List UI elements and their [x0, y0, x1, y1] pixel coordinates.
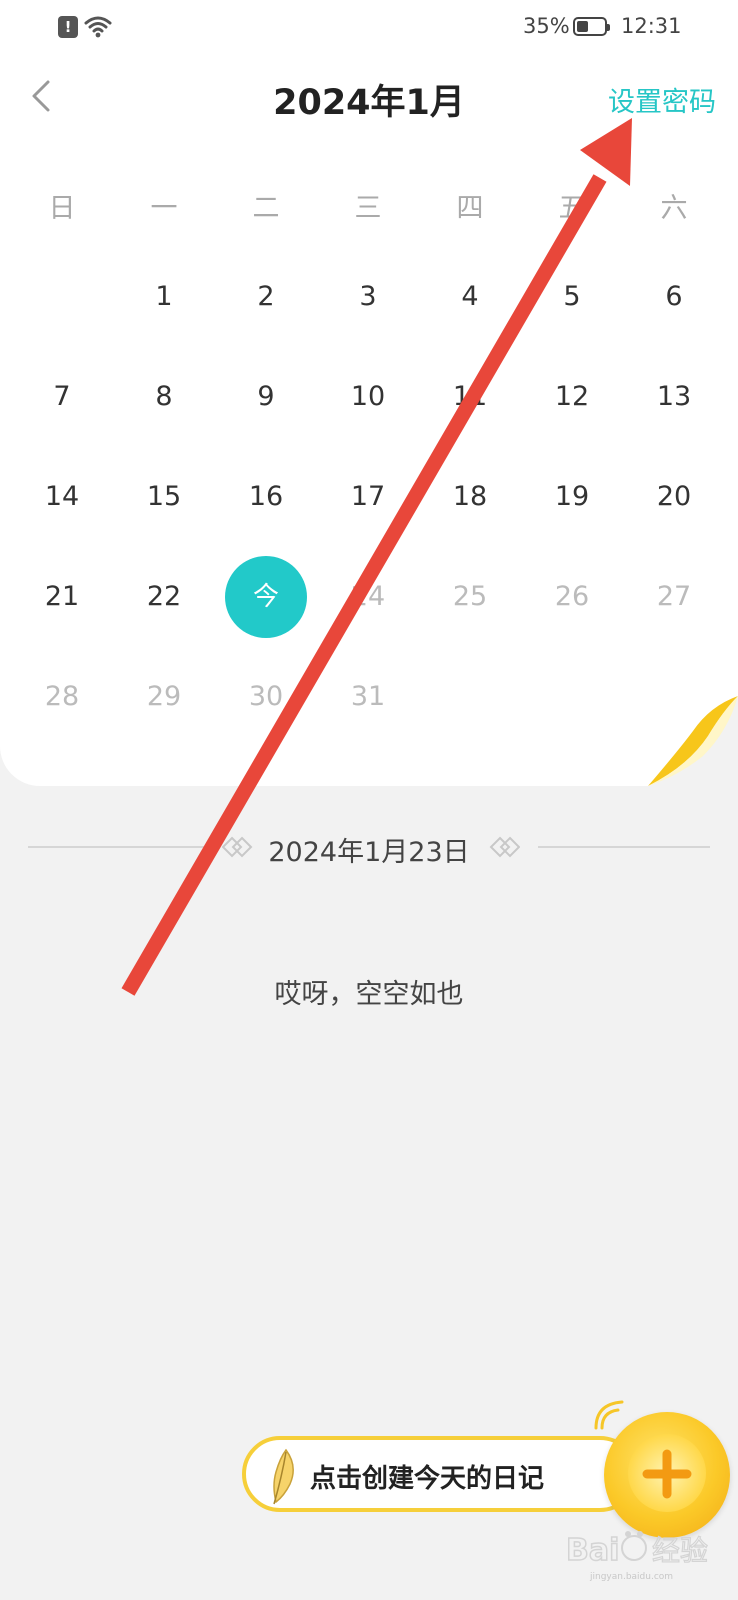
calendar-day[interactable]: 26	[521, 546, 623, 648]
calendar-day[interactable]: 25	[419, 546, 521, 648]
calendar-day[interactable]: 13	[623, 346, 725, 448]
calendar-card: ! 35% 12:31 2024年1月 设置密码 日一二三四五六 1234567…	[0, 0, 738, 786]
calendar-day[interactable]: 16	[215, 446, 317, 548]
calendar-day-today[interactable]: 今	[215, 546, 317, 648]
calendar-day[interactable]: 10	[317, 346, 419, 448]
status-bar: ! 35% 12:31	[0, 0, 738, 56]
feather-icon	[273, 1448, 294, 1505]
battery-percent: 35%	[523, 14, 570, 38]
create-diary-label: 点击创建今天的日记	[310, 1464, 545, 1494]
weekday-row: 日一二三四五六	[11, 186, 727, 226]
calendar-day[interactable]: 19	[521, 446, 623, 548]
create-diary-button[interactable]: 点击创建今天的日记	[242, 1436, 638, 1512]
calendar-day[interactable]: 4	[419, 246, 521, 348]
calendar-day[interactable]: 22	[113, 546, 215, 648]
calendar-day[interactable]: 30	[215, 646, 317, 748]
calendar-day[interactable]: 27	[623, 546, 725, 648]
battery-icon	[573, 17, 610, 36]
plus-icon	[642, 1449, 692, 1499]
calendar-day[interactable]: 3	[317, 246, 419, 348]
weekday-label: 六	[660, 193, 688, 224]
empty-message: 哎呀，空空如也	[274, 979, 464, 1010]
calendar-day[interactable]: 9	[215, 346, 317, 448]
calendar-day[interactable]: 8	[113, 346, 215, 448]
calendar-day[interactable]: 5	[521, 246, 623, 348]
date-divider: 2024年1月23日	[0, 818, 738, 878]
calendar-day[interactable]: 7	[11, 346, 113, 448]
today-marker: 今	[225, 556, 307, 638]
status-time: 12:31	[621, 14, 682, 38]
calendar-day[interactable]: 2	[215, 246, 317, 348]
divider-line-right	[538, 846, 710, 848]
calendar-day[interactable]: 18	[419, 446, 521, 548]
calendar-day[interactable]: 29	[113, 646, 215, 748]
weekday-label: 日	[48, 193, 76, 224]
calendar-day[interactable]: 17	[317, 446, 419, 548]
calendar-day[interactable]: 24	[317, 546, 419, 648]
weekday-label: 四	[456, 193, 484, 224]
calendar-day[interactable]: 6	[623, 246, 725, 348]
baidu-watermark-logo: Bai 经验	[566, 1531, 709, 1569]
svg-text:Bai: Bai	[566, 1533, 619, 1568]
watermark-url: jingyan.baidu.com	[590, 1572, 674, 1582]
wifi-icon	[84, 16, 112, 38]
weekday-label: 二	[252, 193, 280, 224]
calendar-day[interactable]: 31	[317, 646, 419, 748]
calendar-header: 2024年1月 设置密码	[0, 60, 738, 132]
weekday-label: 五	[558, 193, 586, 224]
svg-text:经验: 经验	[652, 1534, 708, 1567]
calendar-day[interactable]: 21	[11, 546, 113, 648]
weekday-label: 三	[354, 193, 382, 224]
selected-date: 2024年1月23日	[268, 837, 470, 868]
calendar-day[interactable]: 12	[521, 346, 623, 448]
calendar-day[interactable]: 14	[11, 446, 113, 548]
calendar-day[interactable]: 28	[11, 646, 113, 748]
set-password-button[interactable]: 设置密码	[608, 80, 716, 119]
calendar-day[interactable]: 11	[419, 346, 521, 448]
page-curl-icon[interactable]	[648, 696, 738, 786]
calendar-day[interactable]: 15	[113, 446, 215, 548]
weekday-label: 一	[150, 193, 178, 224]
calendar-day[interactable]: 20	[623, 446, 725, 548]
diamond-icon	[489, 836, 520, 858]
alert-icon: !	[58, 16, 78, 38]
calendar-day[interactable]: 1	[113, 246, 215, 348]
